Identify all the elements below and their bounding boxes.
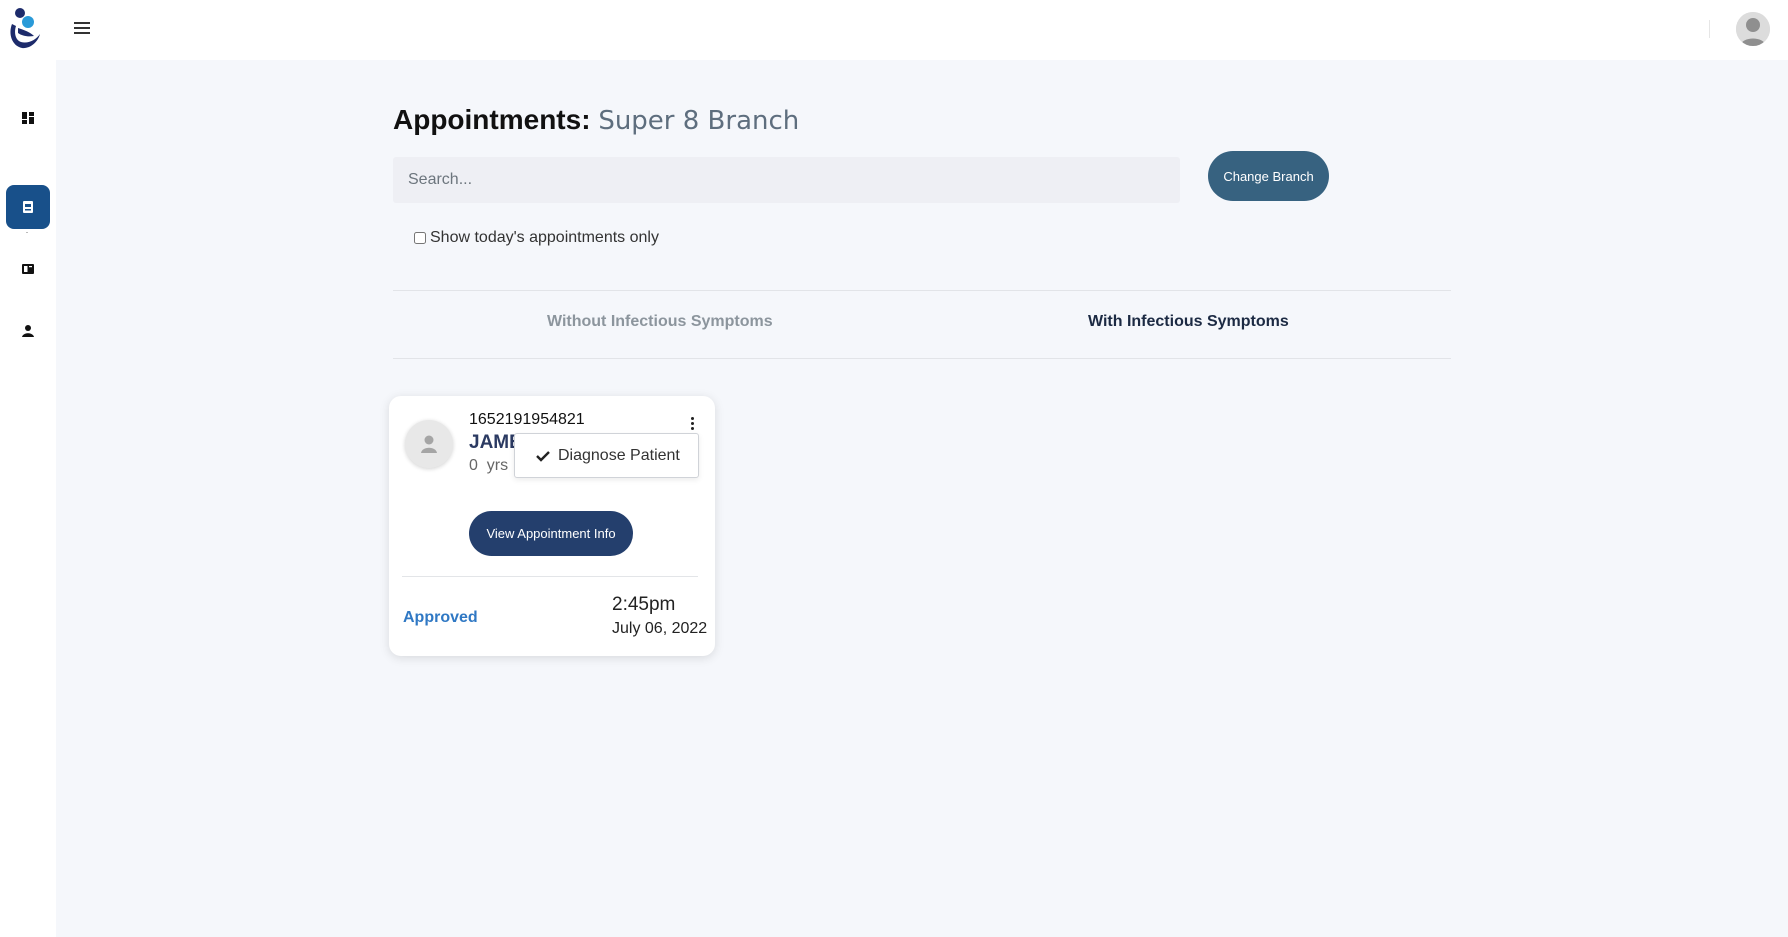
book-icon	[22, 264, 34, 274]
diagnose-patient-menu-item[interactable]: Diagnose Patient	[514, 433, 699, 478]
symptom-tabs: Without Infectious Symptoms With Infecti…	[393, 290, 1451, 359]
today-only-checkbox[interactable]	[414, 232, 426, 244]
today-filter-label: Show today's appointments only	[430, 229, 659, 246]
top-bar	[0, 0, 1788, 60]
appointment-card: 1652191954821 JAME 0 yrs Diagnose Patien…	[389, 396, 715, 656]
branch-name: Super 8 Branch	[598, 106, 800, 136]
dashboard-icon	[22, 112, 34, 124]
sidebar-item-appointments[interactable]	[6, 185, 50, 229]
app-logo-icon[interactable]	[6, 6, 42, 52]
change-branch-button[interactable]: Change Branch	[1208, 151, 1329, 201]
card-divider	[402, 576, 698, 577]
sidebar-item-profile[interactable]	[6, 309, 50, 353]
page-title-prefix: Appointments:	[393, 104, 591, 135]
check-icon	[536, 450, 550, 462]
appointment-icon	[23, 201, 33, 213]
sidebar-item-records[interactable]	[6, 247, 50, 291]
tab-without-infectious-symptoms[interactable]: Without Infectious Symptoms	[547, 313, 773, 331]
page-title: Appointments: Super 8 Branch	[393, 104, 799, 136]
patient-age: 0 yrs	[469, 457, 508, 475]
today-filter: Show today's appointments only	[414, 229, 659, 247]
sidebar	[0, 60, 56, 937]
appointment-date: July 06, 2022	[612, 620, 708, 637]
person-icon	[22, 325, 34, 337]
view-appointment-info-button[interactable]: View Appointment Info	[469, 511, 633, 556]
hamburger-menu-icon[interactable]	[74, 22, 90, 36]
header-divider	[1709, 20, 1710, 38]
patient-age-value: 0	[469, 457, 478, 474]
patient-id: 1652191954821	[469, 411, 585, 428]
user-avatar-icon[interactable]	[1736, 12, 1770, 46]
more-options-icon[interactable]	[687, 414, 697, 432]
patient-avatar-icon	[405, 420, 453, 468]
tab-with-infectious-symptoms[interactable]: With Infectious Symptoms	[1088, 313, 1289, 331]
status-badge: Approved	[403, 609, 478, 626]
appointment-time: 2:45pm	[612, 594, 676, 615]
sidebar-item-dashboard[interactable]	[6, 96, 50, 140]
diagnose-patient-label: Diagnose Patient	[558, 446, 680, 464]
search-input[interactable]	[393, 157, 1180, 203]
patient-age-unit: yrs	[486, 457, 509, 474]
sidebar-separator	[26, 232, 28, 233]
